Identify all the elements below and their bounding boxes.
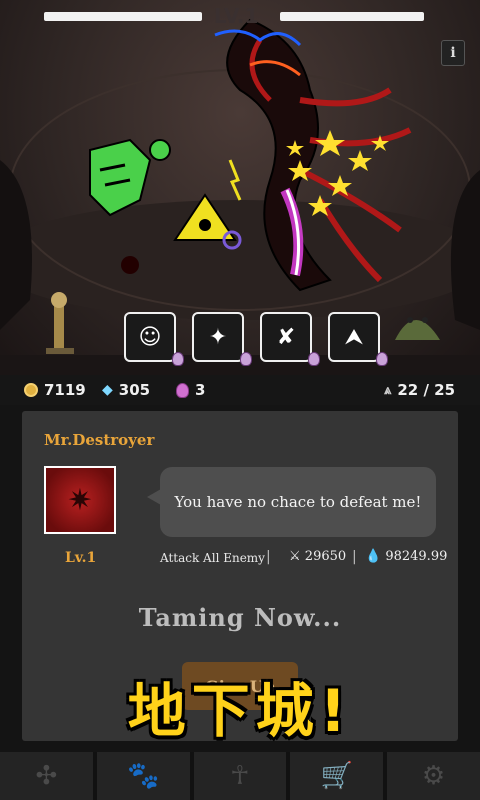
diamond-icon: ◆	[102, 382, 113, 398]
potion-cost-icon	[308, 352, 320, 366]
gold-value: 7119	[44, 381, 86, 399]
settings-tab-icon: ⚙	[421, 761, 446, 791]
potion-icon	[176, 382, 189, 398]
info-button[interactable]: i	[441, 40, 465, 66]
monster-skill: Attack All Enemy	[160, 551, 265, 565]
army-value: 22 / 25	[397, 381, 456, 399]
bottom-nav: ✣ 🐾 ☥ 🛒 ⚙	[0, 752, 480, 800]
buff-skill-icon: ✦	[208, 324, 228, 350]
tab-units[interactable]: ✣	[0, 752, 93, 800]
divider: |	[266, 549, 271, 565]
battle-scene: LV.1 i ☺ ✦ ✘ ⮝	[0, 0, 480, 375]
potion-counter: 3	[176, 381, 205, 399]
health-drop-icon: 💧	[365, 549, 382, 564]
plant-creature	[395, 317, 440, 340]
strike-skill-icon: ✘	[276, 324, 296, 350]
upgrade-skill-icon: ⮝	[344, 324, 364, 350]
divider: |	[352, 549, 357, 565]
summon-skill-button[interactable]: ☺	[124, 312, 184, 366]
potion-value: 3	[195, 381, 206, 399]
hp-stat: 💧 98249.99	[365, 549, 447, 564]
enemy-hp-bar	[280, 12, 424, 21]
monster-level: Lv.1	[65, 550, 97, 566]
strike-skill-button[interactable]: ✘	[260, 312, 320, 366]
coin-icon	[24, 383, 38, 397]
attack-value: 29650	[304, 549, 347, 564]
tab-shop[interactable]: 🛒	[290, 752, 384, 800]
potion-cost-icon	[240, 352, 252, 366]
summon-skill-icon: ☺	[138, 324, 162, 350]
army-icon: ⩓	[384, 382, 392, 398]
gem-value: 305	[118, 381, 151, 399]
speech-bubble: You have no chace to defeat me!	[147, 467, 436, 537]
taming-status: Taming Now...	[138, 603, 342, 632]
shop-tab-icon: 🛒	[320, 761, 353, 791]
ankh-tab-icon: ☥	[230, 761, 250, 791]
gem-counter: ◆ 305	[102, 381, 150, 399]
monster-name: Mr.Destroyer	[44, 431, 155, 449]
speech-text: You have no chace to defeat me!	[174, 493, 422, 511]
player-hp-bar	[44, 12, 202, 21]
potion-cost-icon	[172, 352, 184, 366]
skill-bar: ☺ ✦ ✘ ⮝	[124, 312, 388, 366]
tab-ankh[interactable]: ☥	[193, 752, 287, 800]
sword-icon: ⚔	[289, 549, 301, 564]
pets-tab-icon: 🐾	[127, 761, 160, 791]
hp-value: 98249.99	[385, 549, 448, 564]
gold-counter: 7119	[24, 381, 86, 399]
upgrade-skill-button[interactable]: ⮝	[328, 312, 388, 366]
army-counter: ⩓ 22 / 25	[384, 381, 455, 399]
buff-skill-button[interactable]: ✦	[192, 312, 252, 366]
level-indicator: LV.1	[214, 4, 259, 28]
promo-overlay-text: 地下城!	[127, 677, 353, 745]
monster-portrait: ✷	[44, 466, 116, 534]
units-tab-icon: ✣	[35, 761, 58, 791]
potion-cost-icon	[376, 352, 388, 366]
tab-settings[interactable]: ⚙	[387, 752, 480, 800]
dragon-icon: ✷	[67, 482, 93, 518]
tab-pets[interactable]: 🐾	[96, 752, 190, 800]
attack-stat: ⚔ 29650	[289, 549, 346, 564]
